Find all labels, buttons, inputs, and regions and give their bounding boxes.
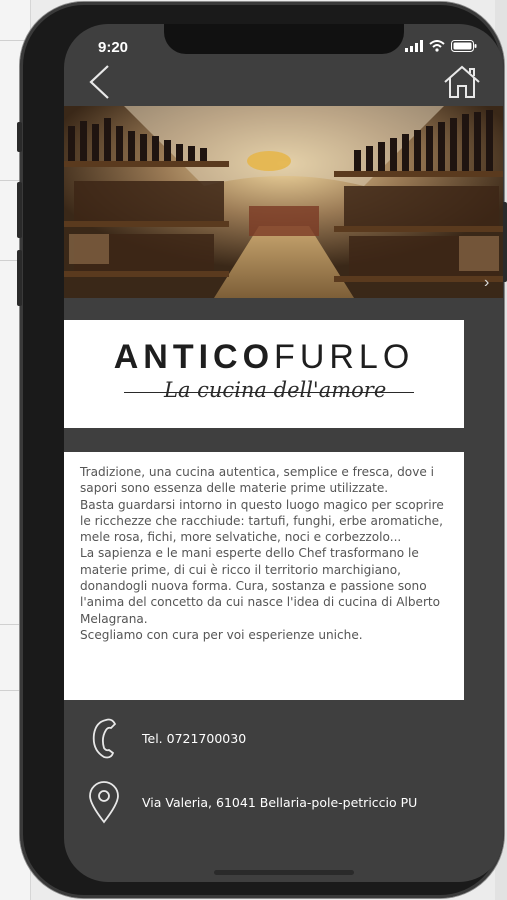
phone-contact-row[interactable]: Tel. 0721700030 xyxy=(64,716,503,760)
map-pin-icon xyxy=(89,781,119,824)
restaurant-logo-card: ANTICOFURLO La cucina dell'amore xyxy=(64,320,464,428)
status-icons xyxy=(405,40,477,52)
volume-down-button xyxy=(17,250,22,306)
logo-word-furlo: FURLO xyxy=(274,338,415,376)
volume-up-button xyxy=(17,182,22,238)
signal-icon xyxy=(405,40,423,52)
description-paragraph: Basta guardarsi intorno in questo luogo … xyxy=(80,497,444,545)
address-contact-row[interactable]: Via Valeria, 61041 Bellaria-pole-petricc… xyxy=(64,780,503,824)
description-card: Tradizione, una cucina autentica, sempli… xyxy=(64,452,464,700)
app-screen: 9:20 › ANTICOFURLO La cucina dell'amore … xyxy=(64,24,503,882)
wifi-icon xyxy=(429,40,445,52)
description-paragraph: La sapienza e le mani esperte dello Chef… xyxy=(80,546,441,626)
home-icon[interactable] xyxy=(442,64,482,100)
logo-tagline: La cucina dell'amore xyxy=(164,378,387,402)
home-indicator[interactable] xyxy=(214,870,354,875)
battery-icon xyxy=(451,40,477,52)
restaurant-logo: ANTICOFURLO xyxy=(64,338,464,377)
chevron-right-icon[interactable]: › xyxy=(484,274,489,292)
address-text[interactable]: Via Valeria, 61041 Bellaria-pole-petricc… xyxy=(142,795,417,810)
description-paragraph: Tradizione, una cucina autentica, sempli… xyxy=(80,465,435,496)
phone-frame: 9:20 › ANTICOFURLO La cucina dell'amore … xyxy=(17,2,507,898)
phone-icon xyxy=(92,718,117,759)
back-chevron-icon[interactable] xyxy=(86,64,112,100)
description-paragraph: Scegliamo con cura per voi esperienze un… xyxy=(80,627,363,642)
phone-number[interactable]: Tel. 0721700030 xyxy=(142,731,246,746)
mute-switch xyxy=(17,122,22,152)
wine-cellar-image xyxy=(64,106,503,298)
status-time: 9:20 xyxy=(98,39,129,56)
logo-word-antico: ANTICO xyxy=(113,338,275,376)
wine-cellar-carousel[interactable]: › xyxy=(64,106,503,298)
notch xyxy=(164,24,404,54)
